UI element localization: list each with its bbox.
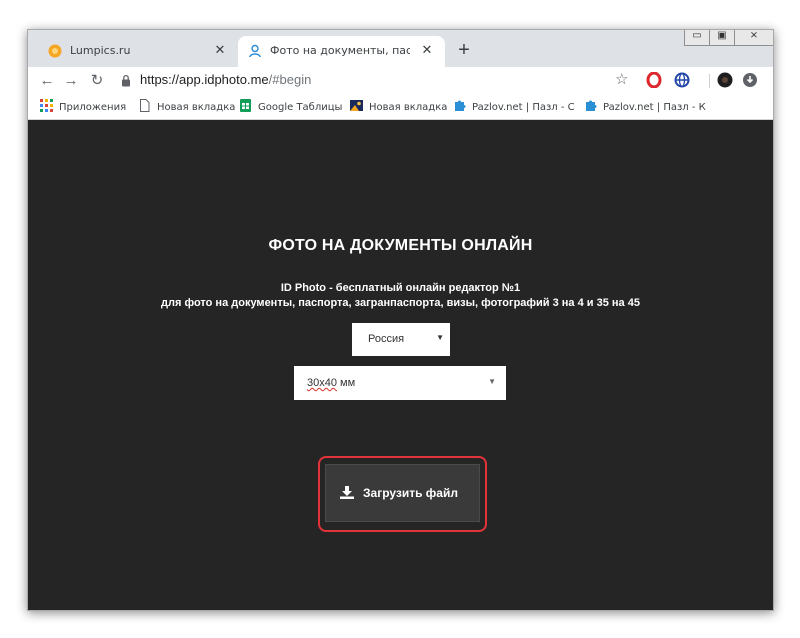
tab-title: Lumpics.ru — [70, 44, 131, 57]
photo-size-unit: мм — [336, 377, 356, 389]
address-bar[interactable]: https://app.idphoto.me/#begin — [114, 70, 644, 91]
orange-favicon-icon — [48, 44, 62, 58]
new-tab-button[interactable]: + — [454, 40, 474, 60]
page-subtitle-line-1: ID Photo - бесплатный онлайн редактор №1 — [280, 282, 521, 294]
toolbar-separator — [709, 74, 710, 88]
url-path: /#begin — [268, 72, 312, 87]
sheets-icon — [240, 99, 251, 112]
profile-avatar-icon[interactable] — [717, 72, 733, 88]
bookmark-google-sheets[interactable]: Google Таблицы — [239, 99, 342, 115]
country-select-value: Россия — [368, 333, 405, 345]
window-controls: ▭ ▣ ⨯ — [684, 30, 773, 47]
dropdown-arrow-icon: ▼ — [436, 333, 444, 342]
opera-extension-icon[interactable] — [646, 72, 662, 88]
close-window-button[interactable]: ⨯ — [734, 30, 773, 46]
image-icon — [350, 100, 363, 111]
browser-toolbar: ← → ↻ https://app.idphoto.me/#begin ☆ — [28, 67, 773, 94]
upload-file-button[interactable]: Загрузить файл — [325, 464, 480, 522]
page-subtitle-line-2: для фото на документы, паспорта, загранп… — [161, 297, 640, 309]
tab-strip: Lumpics.ru ✕ Фото на документы, паспорта… — [28, 30, 773, 67]
puzzle-icon — [586, 100, 597, 111]
forward-arrow-icon[interactable]: → — [60, 70, 82, 92]
lock-icon — [122, 74, 130, 87]
page-icon — [140, 99, 150, 112]
bookmarks-bar: Приложения Новая вкладка Google Таблицы … — [28, 94, 773, 120]
download-tray-icon — [340, 486, 354, 499]
bookmark-apps[interactable]: Приложения — [40, 99, 126, 115]
photo-size-number: 30x40 — [307, 377, 337, 389]
page-content: ФОТО НА ДОКУМЕНТЫ ОНЛАЙН ID Photo - бесп… — [28, 120, 773, 610]
person-favicon-icon — [249, 44, 261, 58]
bookmark-label: Pazlov.net | Пазл - С — [472, 102, 575, 113]
maximize-button[interactable]: ▣ — [709, 30, 735, 46]
photo-size-select[interactable]: 30x40 мм ▼ — [294, 366, 506, 400]
tab-idphoto[interactable]: Фото на документы, паспорта, з ✕ — [238, 36, 445, 67]
country-select[interactable]: Россия ▼ — [352, 323, 450, 356]
bookmark-star-icon[interactable]: ☆ — [615, 70, 628, 88]
tab-lumpics[interactable]: Lumpics.ru ✕ — [38, 36, 238, 67]
bookmark-label: Новая вкладка — [369, 102, 448, 113]
bookmark-label: Приложения — [59, 102, 127, 113]
photo-size-value: 30x40 мм — [307, 377, 355, 389]
tab-close-icon[interactable]: ✕ — [211, 41, 229, 59]
back-arrow-icon[interactable]: ← — [36, 70, 58, 92]
page-title: ФОТО НА ДОКУМЕНТЫ ОНЛАЙН — [268, 237, 533, 254]
upload-button-label: Загрузить файл — [363, 486, 458, 500]
bookmark-new-tab-1[interactable]: Новая вкладка — [138, 99, 235, 115]
bookmark-pazlov-1[interactable]: Pazlov.net | Пазл - С — [453, 99, 575, 115]
bookmark-pazlov-2[interactable]: Pazlov.net | Пазл - К — [584, 99, 706, 115]
menu-download-icon[interactable] — [742, 72, 758, 88]
bookmark-label: Pazlov.net | Пазл - К — [603, 102, 706, 113]
url-text[interactable]: https://app.idphoto.me/#begin — [140, 72, 311, 87]
vpn-globe-extension-icon[interactable] — [674, 72, 690, 88]
bookmark-label: Google Таблицы — [258, 102, 343, 113]
puzzle-icon — [455, 100, 466, 111]
bookmark-label: Новая вкладка — [157, 102, 236, 113]
url-host: https://app.idphoto.me — [140, 72, 269, 87]
bookmark-new-tab-2[interactable]: Новая вкладка — [350, 99, 447, 115]
browser-window: Lumpics.ru ✕ Фото на документы, паспорта… — [27, 29, 774, 611]
tab-title: Фото на документы, паспорта, з — [270, 44, 410, 57]
dropdown-arrow-icon: ▼ — [488, 377, 496, 386]
reload-icon[interactable]: ↻ — [86, 70, 108, 92]
minimize-button[interactable]: ▭ — [684, 30, 710, 46]
apps-grid-icon — [40, 99, 53, 112]
tab-close-icon[interactable]: ✕ — [418, 41, 436, 59]
